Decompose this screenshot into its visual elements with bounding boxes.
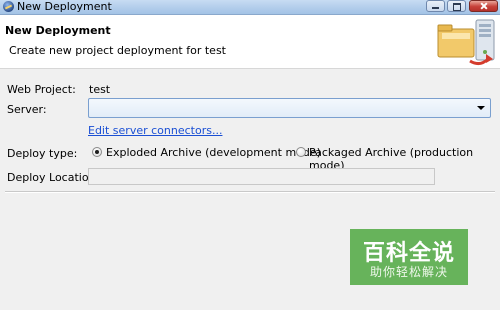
server-label: Server:	[7, 103, 47, 116]
web-project-value: test	[89, 83, 111, 96]
banner-description: Create new project deployment for test	[9, 44, 226, 57]
wizard-banner: New Deployment Create new project deploy…	[0, 15, 500, 69]
chevron-down-icon[interactable]	[477, 106, 485, 110]
deploy-location-field	[88, 168, 435, 185]
banner-title: New Deployment	[5, 24, 111, 37]
separator	[5, 191, 495, 193]
deploy-type-label: Deploy type:	[7, 147, 78, 160]
edit-server-connectors-link[interactable]: Edit server connectors...	[88, 124, 222, 137]
maximize-icon[interactable]	[447, 0, 466, 12]
window-title: New Deployment	[17, 0, 112, 13]
server-select[interactable]	[88, 98, 491, 118]
exploded-archive-label[interactable]: Exploded Archive (development mode)	[106, 146, 321, 159]
eclipse-app-icon	[3, 1, 14, 12]
exploded-archive-radio[interactable]	[92, 147, 102, 157]
minimize-icon[interactable]	[426, 0, 445, 12]
radio-selected-dot	[95, 150, 99, 154]
baike-watermark: 百科全说 助你轻松解决	[350, 229, 468, 285]
close-icon[interactable]	[469, 0, 498, 12]
web-project-label: Web Project:	[7, 83, 76, 96]
new-deployment-window: New Deployment New Deployment Create new…	[0, 0, 500, 310]
deployment-server-icon	[437, 19, 495, 66]
title-bar[interactable]: New Deployment	[0, 0, 500, 15]
deploy-location-label: Deploy Location:	[7, 171, 100, 184]
packaged-archive-radio[interactable]	[296, 147, 306, 157]
watermark-sub-text: 助你轻松解决	[369, 265, 448, 279]
